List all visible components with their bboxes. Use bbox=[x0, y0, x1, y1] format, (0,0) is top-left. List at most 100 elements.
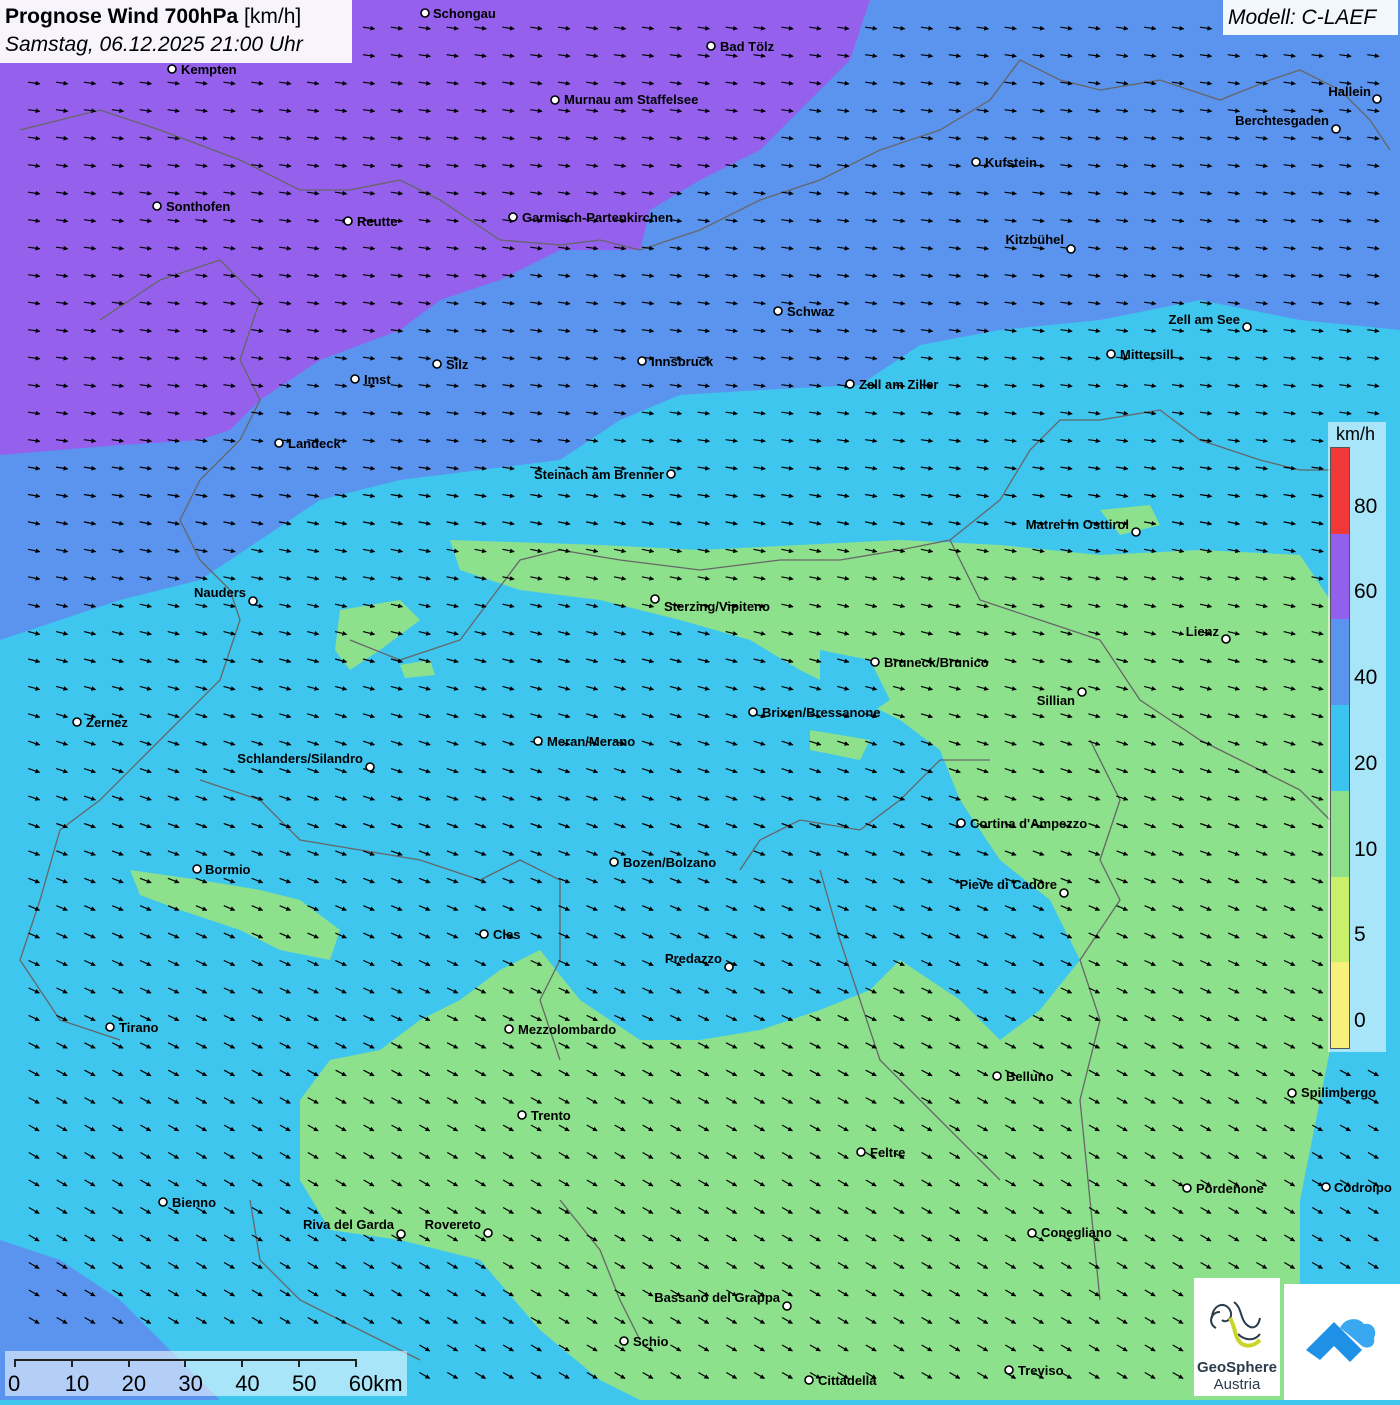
city-label: Nauders bbox=[194, 585, 246, 600]
city-label: Bassano del Grappa bbox=[654, 1290, 780, 1305]
scale-bar: 0 10 20 30 40 50 60km bbox=[5, 1351, 407, 1396]
city-marker: Bruneck/Brunico bbox=[870, 655, 989, 670]
scale-tick bbox=[354, 1359, 357, 1367]
city-label: Bozen/Bolzano bbox=[623, 855, 716, 870]
legend-color-bar bbox=[1330, 447, 1350, 1049]
geosphere-name: GeoSphere bbox=[1196, 1359, 1278, 1376]
legend-unit: km/h bbox=[1336, 424, 1376, 444]
partner-logo bbox=[1284, 1284, 1400, 1400]
city-label: Schio bbox=[633, 1334, 668, 1349]
model-label: Modell: C-LAEF bbox=[1228, 6, 1377, 29]
legend-segment bbox=[1331, 962, 1349, 1048]
city-marker: Steinach am Brenner bbox=[534, 467, 676, 482]
city-label: Mezzolombardo bbox=[518, 1022, 616, 1037]
city-marker: Pordenone bbox=[1182, 1181, 1264, 1196]
city-label: Landeck bbox=[288, 436, 342, 451]
city-label: Cortina d'Ampezzo bbox=[970, 816, 1087, 831]
city-label: Reutte bbox=[357, 214, 397, 229]
legend-segment bbox=[1331, 619, 1349, 706]
scale-tick bbox=[184, 1359, 187, 1367]
legend-segment bbox=[1331, 705, 1349, 791]
city-marker: Brixen/Bressanone bbox=[748, 705, 881, 720]
scale-label: 50 bbox=[292, 1371, 317, 1396]
title-box: Prognose Wind 700hPa [km/h] Samstag, 06.… bbox=[0, 0, 352, 63]
city-label: Sillian bbox=[1037, 693, 1075, 708]
city-marker: Conegliano bbox=[1027, 1225, 1112, 1240]
geosphere-logo: GeoSphere Austria bbox=[1194, 1278, 1280, 1396]
city-label: Zell am Ziller bbox=[859, 377, 938, 392]
scale-tick bbox=[14, 1359, 16, 1367]
city-label: Garmisch-Partenkirchen bbox=[522, 210, 673, 225]
city-label: Mittersill bbox=[1120, 347, 1173, 362]
city-label: Zernez bbox=[86, 715, 128, 730]
city-label: Meran/Merano bbox=[547, 734, 635, 749]
color-legend: km/h 80 60 40 20 10 5 0 bbox=[1328, 422, 1386, 1052]
legend-segment bbox=[1331, 876, 1349, 963]
model-box: Modell: C-LAEF bbox=[1223, 0, 1398, 35]
city-label: Predazzo bbox=[665, 951, 722, 966]
legend-segment bbox=[1331, 533, 1349, 620]
city-label: Kempten bbox=[181, 62, 237, 77]
city-label: Treviso bbox=[1018, 1363, 1064, 1378]
city-label: Berchtesgaden bbox=[1235, 113, 1329, 128]
legend-label: 0 bbox=[1354, 1009, 1366, 1032]
scale-label: 10 bbox=[64, 1371, 90, 1396]
scale-tick bbox=[127, 1359, 130, 1367]
city-label: Codroipo bbox=[1334, 1180, 1392, 1195]
city-label: Brixen/Bressanone bbox=[762, 705, 881, 720]
city-label: Cles bbox=[493, 927, 520, 942]
city-label: Imst bbox=[364, 372, 391, 387]
city-label: Riva del Garda bbox=[303, 1217, 395, 1232]
city-marker: Mezzolombardo bbox=[504, 1022, 616, 1037]
legend-label: 20 bbox=[1354, 751, 1378, 775]
map-title-main: Prognose Wind 700hPa bbox=[5, 5, 239, 28]
city-label: Sonthofen bbox=[166, 199, 230, 214]
city-label: Pordenone bbox=[1196, 1181, 1264, 1196]
scale-label: 0 bbox=[8, 1371, 21, 1396]
city-label: Murnau am Staffelsee bbox=[564, 92, 698, 107]
city-marker: Bozen/Bolzano bbox=[609, 855, 716, 870]
legend-segment bbox=[1331, 448, 1349, 534]
city-label: Schwaz bbox=[787, 304, 835, 319]
map-title: Prognose Wind 700hPa [km/h] bbox=[5, 5, 301, 29]
city-label: Bad Tölz bbox=[720, 39, 775, 54]
scale-label: 30 bbox=[178, 1371, 203, 1396]
legend-label: 80 bbox=[1354, 494, 1378, 518]
city-label: Pieve di Cadore bbox=[959, 877, 1057, 892]
scale-label: 20 bbox=[121, 1371, 147, 1396]
city-marker: Cortina d'Ampezzo bbox=[956, 816, 1087, 831]
wind-map: Schongau Bad Tölz Kempten Murnau am Staf… bbox=[0, 0, 1400, 1400]
forecast-time: Samstag, 06.12.2025 21:00 Uhr bbox=[5, 33, 303, 56]
city-label: Bormio bbox=[205, 862, 251, 877]
legend-label: 40 bbox=[1354, 666, 1378, 690]
city-label: Belluno bbox=[1006, 1069, 1054, 1084]
mountain-cloud-logo-icon bbox=[1306, 1319, 1376, 1362]
city-label: Schongau bbox=[433, 6, 496, 21]
city-label: Matrei in Osttirol bbox=[1026, 517, 1129, 532]
city-label: Bruneck/Brunico bbox=[884, 655, 989, 670]
city-label: Feltre bbox=[870, 1145, 905, 1160]
scale-tick bbox=[70, 1359, 73, 1367]
city-label: Hallein bbox=[1328, 84, 1371, 99]
city-label: Trento bbox=[531, 1108, 571, 1123]
city-marker: Spilimbergo bbox=[1287, 1085, 1376, 1100]
scale-label: 60km bbox=[348, 1371, 403, 1396]
city-label: Innsbruck bbox=[651, 354, 714, 369]
scale-tick bbox=[298, 1359, 300, 1367]
scale-tick bbox=[241, 1359, 244, 1367]
city-marker: Meran/Merano bbox=[533, 734, 635, 749]
legend-label: 10 bbox=[1354, 837, 1378, 861]
city-label: Bienno bbox=[172, 1195, 216, 1210]
city-marker: Schongau bbox=[420, 6, 496, 21]
city-marker: Murnau am Staffelsee bbox=[550, 92, 698, 107]
city-label: Lienz bbox=[1186, 624, 1220, 639]
city-label: Schlanders/Silandro bbox=[237, 751, 363, 766]
legend-label: 60 bbox=[1354, 580, 1378, 604]
legend-label: 5 bbox=[1354, 923, 1366, 947]
city-marker: Garmisch-Partenkirchen bbox=[508, 210, 673, 225]
city-label: Tirano bbox=[119, 1020, 159, 1035]
scale-label: 40 bbox=[235, 1371, 260, 1396]
city-label: Steinach am Brenner bbox=[534, 467, 664, 482]
city-label: Silz bbox=[446, 357, 469, 372]
city-label: Zell am See bbox=[1168, 312, 1240, 327]
